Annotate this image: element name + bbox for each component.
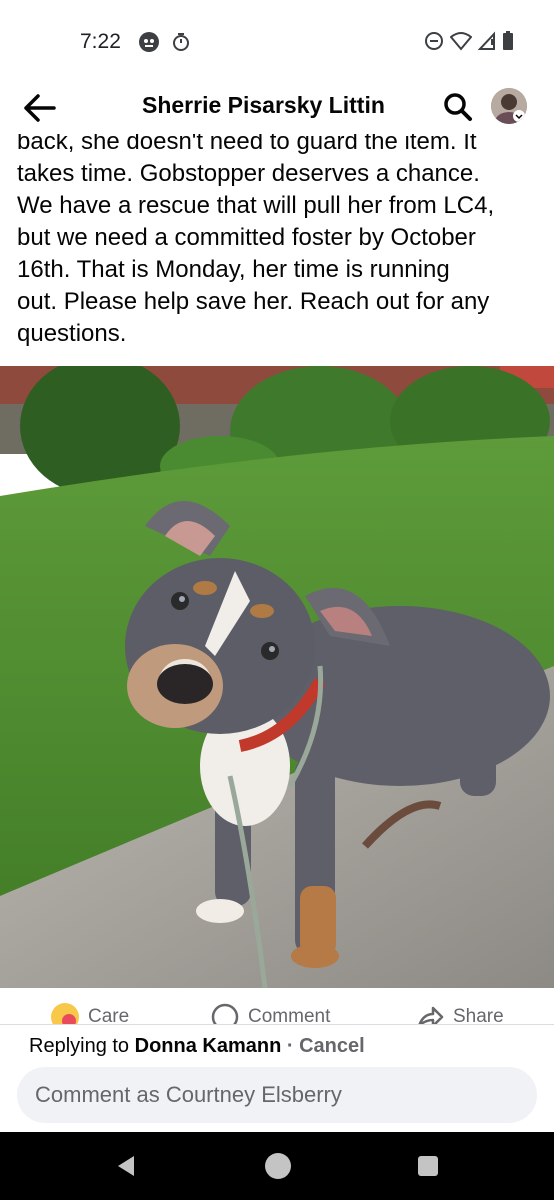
alarm-icon	[170, 31, 192, 58]
status-bar: 7:22	[0, 0, 554, 84]
care-emoji-icon	[51, 1003, 79, 1024]
notification-app-icon	[138, 31, 160, 58]
post-text: back, she doesn't need to guard the item…	[17, 134, 547, 350]
app-header: Sherrie Pisarsky Littin	[0, 84, 554, 134]
page-title: Sherrie Pisarsky Littin	[142, 92, 385, 118]
dog-photo[interactable]	[0, 366, 554, 988]
care-button[interactable]: Care	[50, 1002, 129, 1024]
comment-button[interactable]: Comment	[210, 1002, 330, 1024]
nav-back-icon	[118, 1156, 134, 1176]
share-button[interactable]: Share	[415, 1002, 504, 1024]
share-label: Share	[453, 1006, 504, 1024]
do-not-disturb-icon	[424, 31, 444, 56]
post-text-line: back, she doesn't need to guard the item…	[17, 134, 477, 155]
cancel-reply-link[interactable]: Cancel	[299, 1035, 365, 1057]
back-button[interactable]	[20, 90, 60, 126]
signal-icon	[477, 31, 496, 56]
share-arrow-icon	[418, 1006, 444, 1024]
back-arrow-icon	[24, 94, 56, 122]
post-text-line: but we need a committed foster by Octobe…	[17, 224, 476, 251]
care-label: Care	[88, 1006, 130, 1024]
post-text-line: out. Please help save her. Reach out for…	[17, 288, 490, 315]
comment-bubble-icon	[211, 1003, 239, 1024]
post-text-line: 16th. That is Monday, her time is runnin…	[17, 256, 450, 283]
comment-label: Comment	[248, 1006, 331, 1024]
post-text-line: takes time. Gobstopper deserves a chance…	[17, 160, 480, 187]
replying-to-line: Replying to Donna Kamann · Cancel	[29, 1035, 365, 1058]
nav-home-icon	[265, 1153, 291, 1179]
reply-target-name: Donna Kamann	[134, 1035, 282, 1057]
nav-home-button[interactable]	[264, 1152, 292, 1185]
search-icon	[444, 93, 472, 121]
status-left-icons	[138, 31, 192, 58]
post-text-viewport: back, she doesn't need to guard the item…	[0, 134, 554, 364]
wifi-icon	[449, 31, 473, 56]
nav-recents-icon	[418, 1156, 438, 1176]
post-text-line: questions.	[17, 320, 127, 347]
nav-back-button[interactable]	[114, 1154, 138, 1183]
battery-icon	[502, 31, 514, 56]
status-time: 7:22	[80, 30, 121, 53]
replying-prefix: Replying to	[29, 1035, 135, 1057]
status-right-icons	[424, 31, 514, 56]
reply-panel: Replying to Donna Kamann · Cancel	[0, 1024, 554, 1132]
profile-avatar[interactable]	[491, 88, 527, 124]
comment-input[interactable]	[17, 1067, 537, 1123]
reply-separator: ·	[281, 1035, 300, 1057]
system-nav-bar	[0, 1132, 554, 1200]
post-text-line: We have a rescue that will pull her from…	[17, 192, 495, 219]
post-actions-bar: Care Comment Share	[0, 988, 554, 1024]
nav-recents-button[interactable]	[416, 1154, 440, 1183]
search-button[interactable]	[440, 89, 476, 125]
